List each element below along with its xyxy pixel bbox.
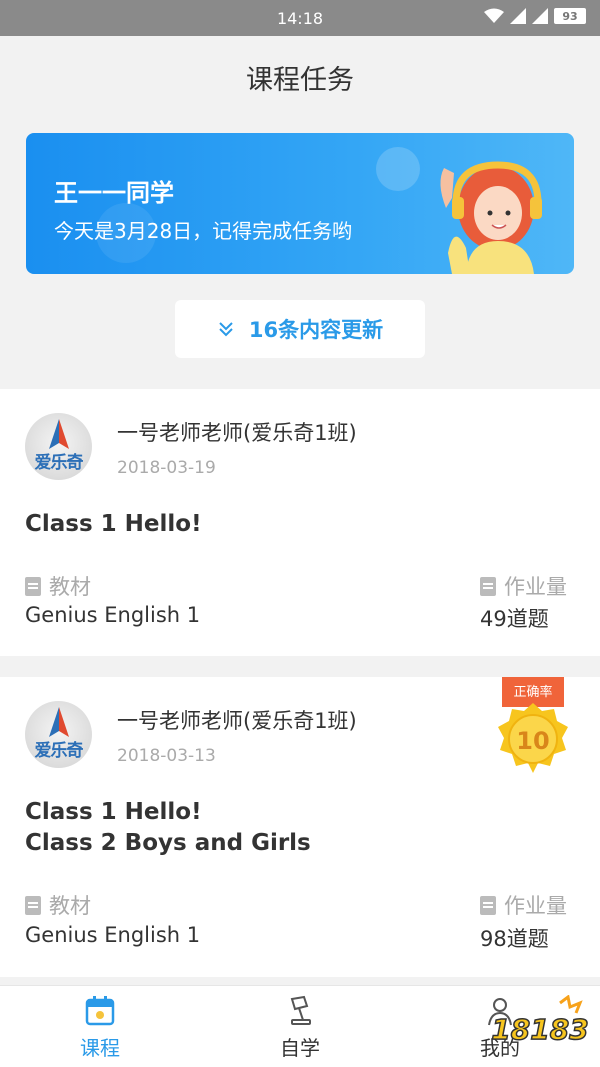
banner-message: 今天是3月28日，记得完成任务哟 — [54, 219, 353, 243]
material-label-text: 教材 — [49, 894, 91, 918]
school-logo-text: 爱乐奇 — [34, 453, 84, 473]
accuracy-label: 正确率 — [513, 684, 552, 700]
calendar-icon — [85, 996, 115, 1026]
material-value: Genius English 1 — [25, 923, 201, 947]
lesson-title: Class 2 Boys and Girls — [25, 830, 311, 856]
tab-self-study-label: 自学 — [280, 1036, 320, 1060]
task-card[interactable]: 爱乐奇 一号老师老师(爱乐奇1班) 2018-03-19 Class 1 Hel… — [0, 389, 600, 656]
status-icons: 93 — [484, 8, 586, 24]
school-logo-text: 爱乐奇 — [34, 741, 84, 761]
tab-self-study[interactable]: 自学 — [200, 986, 400, 1067]
document-icon — [480, 576, 496, 596]
desk-lamp-icon — [290, 995, 311, 1025]
accuracy-value: 10 — [516, 727, 549, 755]
student-name: 王一一同学 — [54, 179, 174, 207]
school-logo-avatar: 爱乐奇 — [25, 701, 92, 768]
material-label: 教材 — [25, 571, 91, 601]
wifi-icon — [484, 8, 504, 23]
material-value: Genius English 1 — [25, 603, 201, 627]
task-date: 2018-03-13 — [117, 746, 216, 766]
status-bar: 14:18 93 — [0, 0, 600, 36]
task-date: 2018-03-19 — [117, 458, 216, 478]
content-update-button[interactable]: 16条内容更新 — [175, 300, 425, 358]
lesson-title: Class 1 Hello! — [25, 511, 202, 537]
signal-icon — [510, 8, 526, 24]
double-chevron-down-icon — [219, 322, 233, 337]
tab-course-label: 课程 — [80, 1036, 120, 1060]
homework-value: 98道题 — [480, 927, 549, 951]
homework-label: 作业量 — [480, 571, 567, 601]
greeting-banner: 王一一同学 今天是3月28日，记得完成任务哟 — [26, 133, 574, 274]
book-icon — [25, 576, 41, 596]
homework-label: 作业量 — [480, 890, 567, 920]
tab-course[interactable]: 课程 — [0, 986, 200, 1067]
page-title: 课程任务 — [246, 65, 354, 96]
teacher-name: 一号老师老师(爱乐奇1班) — [117, 421, 357, 445]
teacher-name: 一号老师老师(爱乐奇1班) — [117, 709, 357, 733]
watermark-text: 18183 — [491, 1013, 588, 1046]
material-label: 教材 — [25, 890, 91, 920]
lesson-title: Class 1 Hello! — [25, 799, 202, 825]
material-label-text: 教材 — [49, 575, 91, 599]
battery-icon: 93 — [554, 8, 586, 24]
status-time: 14:18 — [276, 8, 324, 28]
homework-label-text: 作业量 — [504, 575, 567, 599]
document-icon — [480, 895, 496, 915]
planet-decoration — [376, 147, 420, 191]
accuracy-medal-icon: 正确率 10 — [498, 677, 568, 773]
battery-level: 93 — [562, 9, 578, 23]
book-icon — [25, 895, 41, 915]
signal-icon-2 — [532, 8, 548, 24]
school-logo-avatar: 爱乐奇 — [25, 413, 92, 480]
watermark-logo-icon: 18183 — [491, 995, 589, 1047]
update-label: 16条内容更新 — [248, 318, 384, 342]
girl-illustration-icon — [440, 161, 542, 274]
homework-label-text: 作业量 — [504, 894, 567, 918]
homework-value: 49道题 — [480, 607, 549, 631]
